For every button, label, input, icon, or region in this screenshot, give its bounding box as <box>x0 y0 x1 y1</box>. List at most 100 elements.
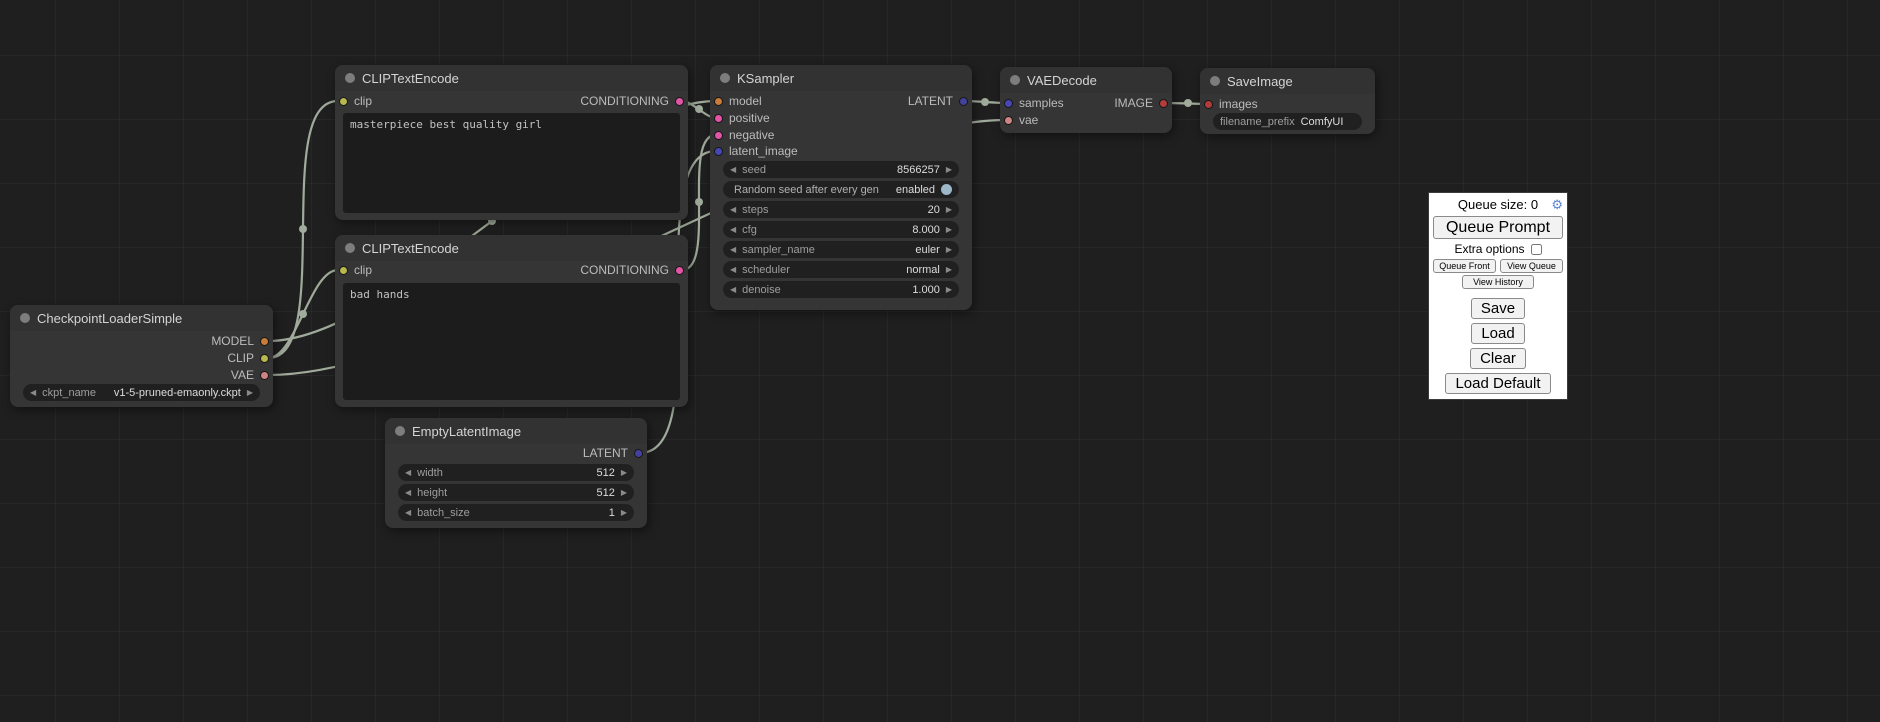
arrow-right-icon[interactable]: ▶ <box>621 509 627 517</box>
node-title: KSampler <box>737 71 794 86</box>
arrow-left-icon[interactable]: ◀ <box>730 206 736 214</box>
prompt-text-area[interactable]: masterpiece best quality girl <box>343 113 680 213</box>
node-empty-latent-image[interactable]: EmptyLatentImage LATENT ◀ width 512 ▶ ◀ … <box>385 418 647 528</box>
widget-random-seed-toggle[interactable]: Random seed after every gen enabled <box>723 181 959 198</box>
widget-width[interactable]: ◀ width 512 ▶ <box>398 464 634 481</box>
widget-value: v1-5-pruned-emaonly.ckpt <box>114 387 241 399</box>
node-title-bar: KSampler <box>710 65 972 91</box>
clear-button[interactable]: Clear <box>1470 348 1526 369</box>
arrow-left-icon[interactable]: ◀ <box>730 266 736 274</box>
arrow-right-icon[interactable]: ▶ <box>946 206 952 214</box>
node-title: CheckpointLoaderSimple <box>37 311 182 326</box>
queue-size-label: Queue size: 0 <box>1458 197 1538 212</box>
input-dot-negative[interactable] <box>714 131 723 140</box>
node-collapse-dot[interactable] <box>1210 76 1220 86</box>
slot-label: CONDITIONING <box>580 263 669 277</box>
slot-label: negative <box>729 128 774 142</box>
widget-ckpt-name[interactable]: ◀ ckpt_name v1-5-pruned-emaonly.ckpt ▶ <box>23 384 260 401</box>
node-checkpoint-loader[interactable]: CheckpointLoaderSimple MODEL CLIP VAE ◀ … <box>10 305 273 407</box>
settings-gear-icon[interactable]: ⚙ <box>1551 196 1563 213</box>
extra-options-checkbox[interactable] <box>1531 244 1542 255</box>
load-button[interactable]: Load <box>1471 323 1524 344</box>
input-dot-clip[interactable] <box>339 266 348 275</box>
slot-label: LATENT <box>583 446 628 460</box>
output-dot-conditioning[interactable] <box>675 97 684 106</box>
input-dot-vae[interactable] <box>1004 116 1013 125</box>
view-history-button[interactable]: View History <box>1462 275 1534 289</box>
output-dot-model[interactable] <box>260 337 269 346</box>
node-collapse-dot[interactable] <box>345 243 355 253</box>
node-vae-decode[interactable]: VAEDecode samples vae IMAGE <box>1000 67 1172 133</box>
slot-label: samples <box>1019 96 1064 110</box>
save-button[interactable]: Save <box>1471 298 1525 319</box>
node-collapse-dot[interactable] <box>20 313 30 323</box>
node-title: EmptyLatentImage <box>412 424 521 439</box>
widget-value: enabled <box>896 184 935 196</box>
widget-steps[interactable]: ◀ steps 20 ▶ <box>723 201 959 218</box>
arrow-right-icon[interactable]: ▶ <box>621 489 627 497</box>
node-clip-text-encode-positive[interactable]: CLIPTextEncode clip CONDITIONING masterp… <box>335 65 688 220</box>
node-collapse-dot[interactable] <box>1010 75 1020 85</box>
output-dot-clip[interactable] <box>260 354 269 363</box>
widget-height[interactable]: ◀ height 512 ▶ <box>398 484 634 501</box>
widget-label: cfg <box>742 224 757 236</box>
arrow-left-icon[interactable]: ◀ <box>405 469 411 477</box>
arrow-left-icon[interactable]: ◀ <box>405 509 411 517</box>
node-ksampler[interactable]: KSampler model positive negative latent_… <box>710 65 972 310</box>
extra-options-label: Extra options <box>1454 242 1524 256</box>
widget-cfg[interactable]: ◀ cfg 8.000 ▶ <box>723 221 959 238</box>
node-collapse-dot[interactable] <box>720 73 730 83</box>
slot-label: positive <box>729 111 770 125</box>
node-title-bar: VAEDecode <box>1000 67 1172 93</box>
node-clip-text-encode-negative[interactable]: CLIPTextEncode clip CONDITIONING bad han… <box>335 235 688 407</box>
widget-label: filename_prefix <box>1220 116 1295 128</box>
output-dot-latent[interactable] <box>959 97 968 106</box>
view-queue-button[interactable]: View Queue <box>1500 259 1563 273</box>
widget-sampler-name[interactable]: ◀ sampler_name euler ▶ <box>723 241 959 258</box>
load-default-button[interactable]: Load Default <box>1445 373 1550 394</box>
node-collapse-dot[interactable] <box>395 426 405 436</box>
arrow-right-icon[interactable]: ▶ <box>946 166 952 174</box>
arrow-right-icon[interactable]: ▶ <box>621 469 627 477</box>
output-dot-conditioning[interactable] <box>675 266 684 275</box>
input-dot-latent-image[interactable] <box>714 147 723 156</box>
arrow-left-icon[interactable]: ◀ <box>730 286 736 294</box>
input-dot-images[interactable] <box>1204 100 1213 109</box>
widget-batch-size[interactable]: ◀ batch_size 1 ▶ <box>398 504 634 521</box>
widget-filename-prefix[interactable]: filename_prefix ComfyUI <box>1213 113 1362 130</box>
widget-value: 1.000 <box>912 284 940 296</box>
widget-value: euler <box>915 244 939 256</box>
arrow-left-icon[interactable]: ◀ <box>405 489 411 497</box>
queue-prompt-button[interactable]: Queue Prompt <box>1433 216 1563 239</box>
arrow-right-icon[interactable]: ▶ <box>946 226 952 234</box>
widget-value: 512 <box>596 467 614 479</box>
input-dot-model[interactable] <box>714 97 723 106</box>
output-dot-image[interactable] <box>1159 99 1168 108</box>
widget-scheduler[interactable]: ◀ scheduler normal ▶ <box>723 261 959 278</box>
node-title: SaveImage <box>1227 74 1293 89</box>
arrow-left-icon[interactable]: ◀ <box>30 389 36 397</box>
output-slot-latent: LATENT <box>583 445 643 461</box>
node-title-bar: SaveImage <box>1200 68 1375 94</box>
node-save-image[interactable]: SaveImage images filename_prefix ComfyUI <box>1200 68 1375 134</box>
arrow-right-icon[interactable]: ▶ <box>247 389 253 397</box>
prompt-text-area[interactable]: bad hands <box>343 283 680 400</box>
arrow-left-icon[interactable]: ◀ <box>730 166 736 174</box>
output-dot-vae[interactable] <box>260 371 269 380</box>
widget-seed[interactable]: ◀ seed 8566257 ▶ <box>723 161 959 178</box>
input-slot-samples: samples <box>1004 95 1064 111</box>
input-dot-samples[interactable] <box>1004 99 1013 108</box>
node-canvas[interactable]: CheckpointLoaderSimple MODEL CLIP VAE ◀ … <box>0 0 1880 722</box>
node-collapse-dot[interactable] <box>345 73 355 83</box>
arrow-right-icon[interactable]: ▶ <box>946 246 952 254</box>
queue-front-button[interactable]: Queue Front <box>1433 259 1496 273</box>
arrow-left-icon[interactable]: ◀ <box>730 246 736 254</box>
arrow-right-icon[interactable]: ▶ <box>946 266 952 274</box>
input-dot-positive[interactable] <box>714 114 723 123</box>
toggle-dot[interactable] <box>941 184 952 195</box>
arrow-right-icon[interactable]: ▶ <box>946 286 952 294</box>
arrow-left-icon[interactable]: ◀ <box>730 226 736 234</box>
output-dot-latent[interactable] <box>634 449 643 458</box>
widget-denoise[interactable]: ◀ denoise 1.000 ▶ <box>723 281 959 298</box>
input-dot-clip[interactable] <box>339 97 348 106</box>
